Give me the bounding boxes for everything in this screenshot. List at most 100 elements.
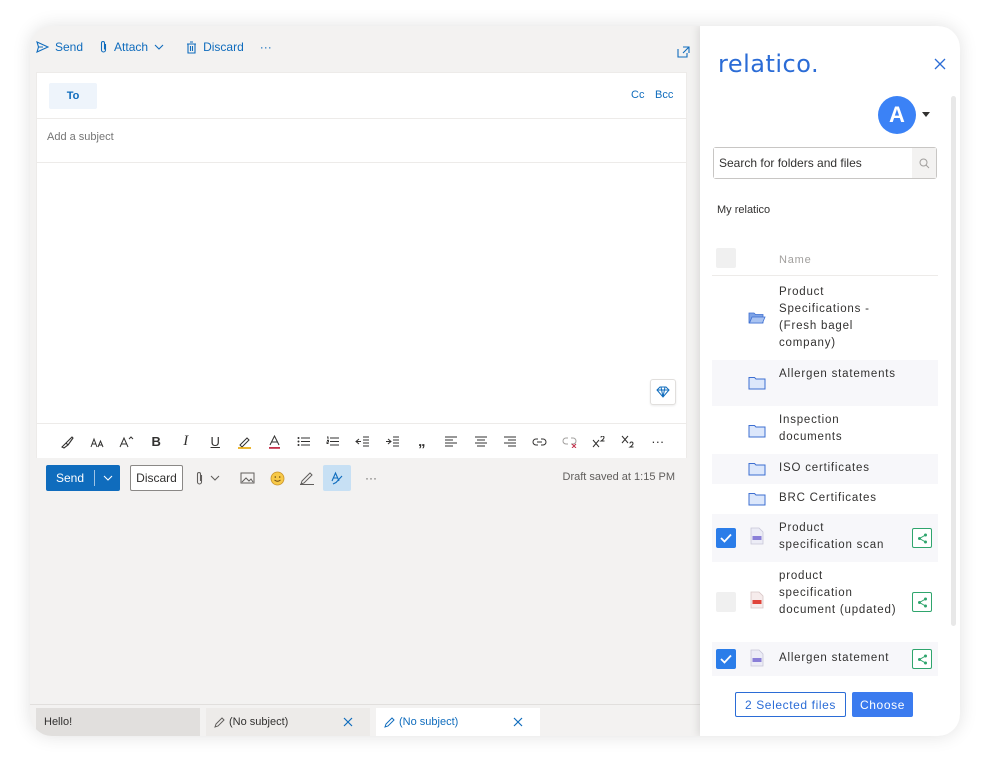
tab-label: (No subject) xyxy=(229,716,289,728)
emoji-icon xyxy=(270,471,284,485)
highlight-button[interactable] xyxy=(230,430,260,454)
align-right-button[interactable] xyxy=(496,430,526,454)
folder-icon xyxy=(748,425,766,438)
numbered-list-icon xyxy=(326,436,340,446)
item-label: Inspection documents xyxy=(779,414,843,443)
item-checkbox[interactable] xyxy=(716,528,736,548)
more-format-button[interactable]: ··· xyxy=(643,430,673,454)
pdf-file-icon xyxy=(750,591,764,609)
share-button[interactable] xyxy=(912,592,932,612)
grow-font-icon xyxy=(119,436,134,448)
insert-link-button[interactable] xyxy=(525,430,555,454)
emoji-button[interactable] xyxy=(263,465,291,491)
more-actions-button[interactable]: ··· xyxy=(357,465,385,491)
increase-indent-button[interactable] xyxy=(378,430,408,454)
item-label: BRC Certificates xyxy=(779,492,877,504)
cc-button[interactable]: Cc xyxy=(631,89,644,101)
unlink-icon xyxy=(562,437,577,448)
to-button[interactable]: To xyxy=(49,83,97,109)
send-options-button[interactable] xyxy=(95,475,120,481)
underline-button[interactable]: U xyxy=(201,430,231,454)
discard-button[interactable]: Discard xyxy=(130,465,183,491)
remove-link-button[interactable] xyxy=(555,430,585,454)
send-command[interactable]: Send xyxy=(36,40,83,54)
action-bar: Send Discard ··· Draft saved at 1:15 PM xyxy=(36,458,687,498)
numbering-button[interactable] xyxy=(319,430,349,454)
to-row: To Cc Bcc xyxy=(37,73,686,119)
close-icon[interactable] xyxy=(934,58,946,70)
name-column-header[interactable]: Name xyxy=(779,254,812,266)
send-button[interactable]: Send xyxy=(46,465,120,491)
more-commands-button[interactable]: ··· xyxy=(260,40,272,54)
list-item[interactable]: Product Specifications - (Fresh bagel co… xyxy=(712,276,938,360)
scrollbar[interactable] xyxy=(951,96,956,626)
superscript-button[interactable] xyxy=(584,430,614,454)
tab-no-subject-2[interactable]: (No subject) xyxy=(376,708,540,736)
paperclip-icon xyxy=(100,41,107,53)
item-label: product specification document (updated) xyxy=(779,570,897,616)
list-item[interactable]: Inspection documents xyxy=(712,406,938,454)
tab-label: Hello! xyxy=(44,716,73,728)
list-item[interactable]: Product specification scan xyxy=(712,514,938,562)
quote-button[interactable]: „ xyxy=(407,430,437,454)
list-item[interactable]: Allergen statements xyxy=(712,360,938,406)
align-center-icon xyxy=(474,436,487,447)
share-button[interactable] xyxy=(912,649,932,669)
chevron-down-icon xyxy=(210,475,219,481)
item-checkbox[interactable] xyxy=(716,592,736,612)
subject-input[interactable] xyxy=(47,131,607,143)
decrease-indent-button[interactable] xyxy=(348,430,378,454)
discard-command[interactable]: Discard xyxy=(186,40,244,54)
subscript-button[interactable] xyxy=(614,430,644,454)
search-button[interactable] xyxy=(912,148,936,178)
font-color-button[interactable] xyxy=(260,430,290,454)
attach-file-button[interactable] xyxy=(193,465,221,491)
caret-down-icon[interactable] xyxy=(922,112,930,117)
italic-label: I xyxy=(183,433,189,449)
picture-icon xyxy=(240,472,254,484)
align-left-button[interactable] xyxy=(437,430,467,454)
list-item[interactable]: BRC Certificates xyxy=(712,484,938,514)
link-icon xyxy=(532,438,547,445)
format-painter-button[interactable] xyxy=(53,430,83,454)
attach-command[interactable]: Attach xyxy=(99,40,170,54)
font-size-button[interactable] xyxy=(83,430,113,454)
grow-font-button[interactable] xyxy=(112,430,142,454)
send-command-label: Send xyxy=(55,40,84,54)
tab-no-subject-1[interactable]: (No subject) xyxy=(206,708,370,736)
item-checkbox[interactable] xyxy=(716,649,736,669)
list-item[interactable]: ISO certificates xyxy=(712,454,938,484)
bold-label: B xyxy=(151,434,161,449)
file-icon xyxy=(750,527,764,545)
avatar[interactable]: A xyxy=(878,96,916,134)
insert-picture-button[interactable] xyxy=(233,465,261,491)
diamond-button[interactable] xyxy=(650,379,676,405)
folder-open-icon xyxy=(748,312,766,324)
message-body[interactable] xyxy=(37,163,686,421)
popout-icon[interactable] xyxy=(677,46,690,58)
selected-files-button[interactable]: 2 Selected files xyxy=(735,692,846,717)
align-center-button[interactable] xyxy=(466,430,496,454)
editor-icon xyxy=(331,471,343,484)
editor-button[interactable] xyxy=(323,465,351,491)
more-commands-label: ··· xyxy=(259,40,272,54)
bold-button[interactable]: B xyxy=(142,430,172,454)
italic-button[interactable]: I xyxy=(171,430,201,454)
pencil-icon xyxy=(214,716,225,728)
close-icon[interactable] xyxy=(340,714,356,730)
select-all-checkbox[interactable] xyxy=(716,248,736,268)
list-item[interactable]: product specification document (updated) xyxy=(712,562,938,642)
tab-hello[interactable]: Hello! xyxy=(36,708,200,736)
signature-button[interactable] xyxy=(293,465,321,491)
bcc-button[interactable]: Bcc xyxy=(655,89,673,101)
share-button[interactable] xyxy=(912,528,932,548)
list-item[interactable]: Allergen statement xyxy=(712,642,938,676)
bullets-button[interactable] xyxy=(289,430,319,454)
align-right-icon xyxy=(504,436,517,447)
close-icon[interactable] xyxy=(510,714,526,730)
choose-button[interactable]: Choose xyxy=(852,692,913,717)
folder-icon xyxy=(748,493,766,506)
search-input[interactable] xyxy=(714,148,912,178)
chevron-down-icon xyxy=(154,44,164,50)
relatico-logo: relatico. xyxy=(718,50,820,78)
